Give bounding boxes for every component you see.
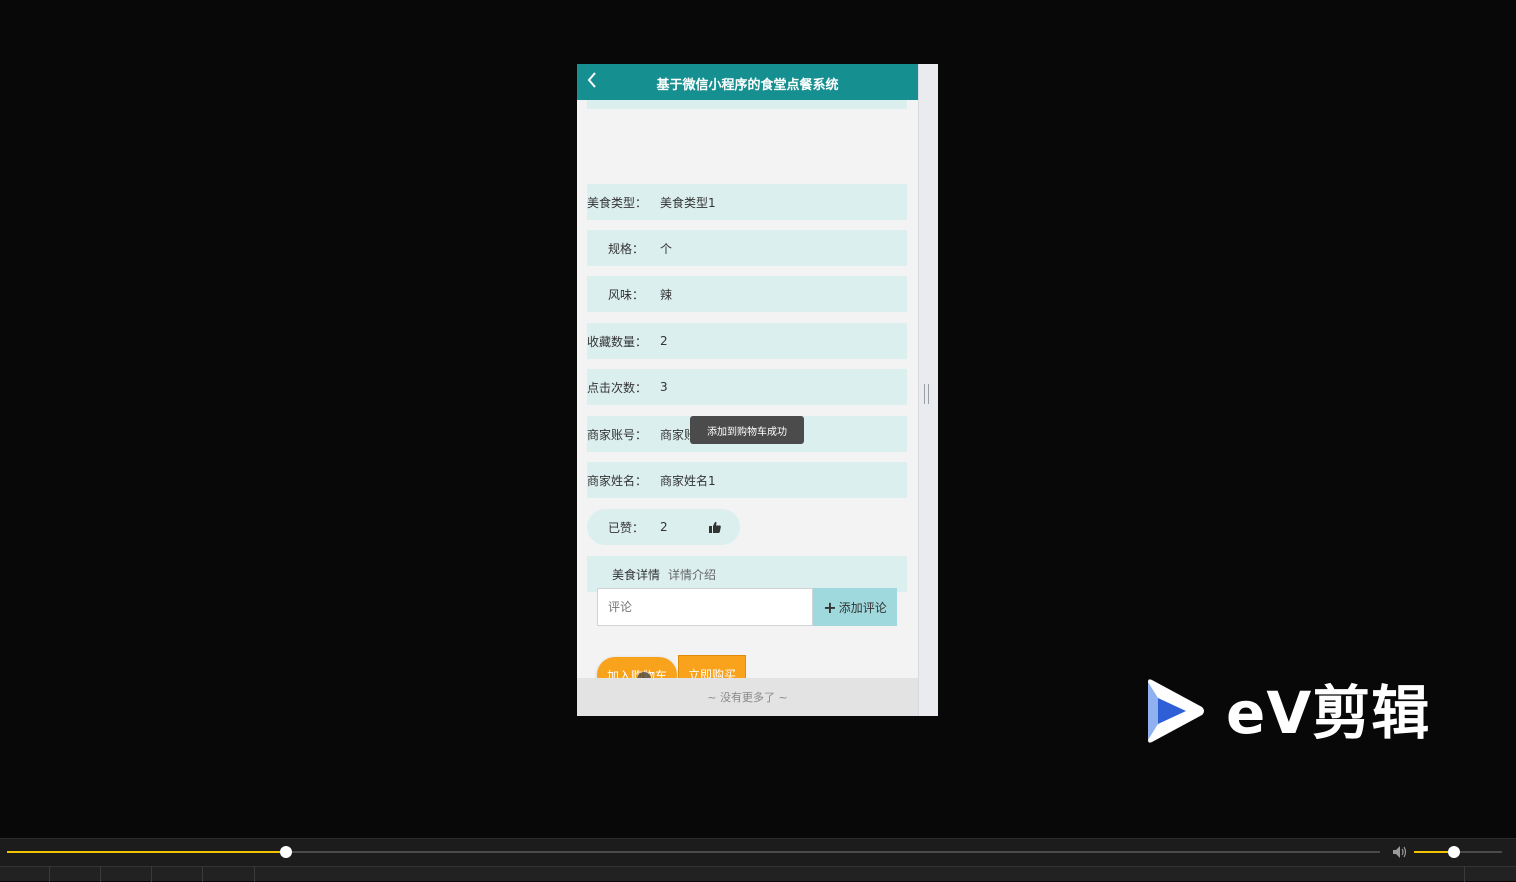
field-merchant-name: 商家姓名： 商家姓名1 xyxy=(587,462,907,498)
food-detail: 美食详情 详情介绍 xyxy=(587,556,907,592)
field-label: 美食类型： xyxy=(587,195,648,210)
field-value: 2 xyxy=(660,334,668,348)
field-value: 个 xyxy=(660,241,673,256)
progress-fill xyxy=(7,851,286,853)
field-label: 商家姓名： xyxy=(587,473,648,488)
detail-label: 美食详情 xyxy=(611,567,660,582)
field-value: 辣 xyxy=(660,287,673,302)
field-value: 商家姓名1 xyxy=(660,473,716,488)
detail-content: 美食类型： 美食类型1 规格： 个 风味： 辣 收藏数量： 2 点击次数： 3 … xyxy=(577,100,918,693)
field-label: 规格： xyxy=(607,241,644,256)
like-pill[interactable]: 已赞： 2 xyxy=(587,509,740,545)
timeline-strip xyxy=(0,866,1516,882)
scrollbar[interactable] xyxy=(918,64,938,716)
no-more-footer: ~ 没有更多了 ~ xyxy=(577,678,918,716)
watermark: eV剪辑 xyxy=(1140,676,1440,748)
plus-icon: + xyxy=(823,597,837,617)
progress-handle[interactable] xyxy=(279,846,292,858)
add-comment-button[interactable]: + 添加评论 xyxy=(813,588,897,626)
field-flavor: 风味： 辣 xyxy=(587,276,907,312)
comment-input[interactable] xyxy=(597,588,813,626)
like-count: 2 xyxy=(660,520,668,534)
field-value: 美食类型1 xyxy=(660,195,716,210)
detail-value: 详情介绍 xyxy=(668,567,717,582)
player-controls xyxy=(0,838,1516,882)
field-food-type: 美食类型： 美食类型1 xyxy=(587,184,907,220)
scrollbar-grip[interactable] xyxy=(924,384,929,404)
page-title: 基于微信小程序的食堂点餐系统 xyxy=(656,78,839,93)
like-label: 已赞： xyxy=(607,520,644,535)
field-label: 风味： xyxy=(607,287,644,302)
thumbs-up-icon[interactable] xyxy=(709,521,721,533)
comment-box: + 添加评论 xyxy=(597,588,897,626)
watermark-text: eV剪辑 xyxy=(1226,679,1431,747)
navbar: 基于微信小程序的食堂点餐系统 xyxy=(577,64,918,100)
play-logo-icon xyxy=(1140,676,1208,750)
field-label: 收藏数量： xyxy=(587,334,648,349)
previous-field-edge xyxy=(587,100,907,109)
volume-slider[interactable] xyxy=(1414,846,1502,858)
field-spec: 规格： 个 xyxy=(587,230,907,266)
field-clicks: 点击次数： 3 xyxy=(587,369,907,405)
field-label: 商家账号： xyxy=(587,427,648,442)
field-favorites: 收藏数量： 2 xyxy=(587,323,907,359)
video-stage: 基于微信小程序的食堂点餐系统 美食类型： 美食类型1 规格： 个 风味： 辣 收… xyxy=(0,0,1516,838)
field-label: 点击次数： xyxy=(587,380,648,395)
add-comment-label: 添加评论 xyxy=(838,600,887,615)
toast-message: 添加到购物车成功 xyxy=(690,416,804,444)
volume-handle[interactable] xyxy=(1447,846,1460,858)
field-value: 3 xyxy=(660,380,668,394)
progress-bar[interactable] xyxy=(7,846,1380,858)
volume-icon[interactable] xyxy=(1392,844,1408,860)
phone-screen: 基于微信小程序的食堂点餐系统 美食类型： 美食类型1 规格： 个 风味： 辣 收… xyxy=(577,64,938,716)
